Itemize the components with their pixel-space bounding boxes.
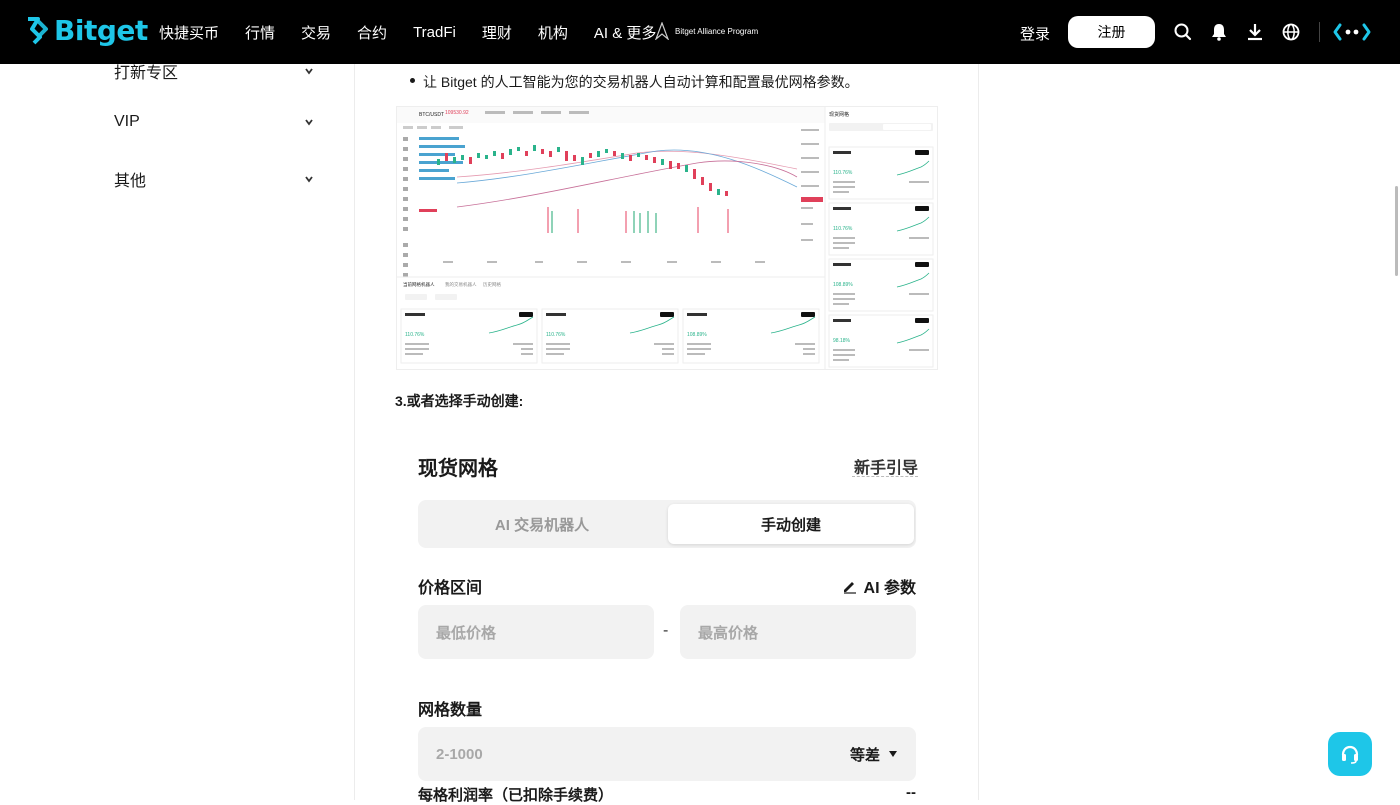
grid-mode-value: 等差 (849, 746, 880, 764)
right-card-roi: 108.89% (833, 282, 853, 288)
form-title: 现货网格 (418, 458, 498, 480)
nav-futures[interactable]: 合约 (357, 22, 387, 43)
login-link[interactable]: 登录 (1020, 23, 1050, 44)
bullet-text: 让 Bitget 的人工智能为您的交易机器人自动计算和配置最优网格参数。 (423, 74, 859, 90)
settings-icon[interactable] (1332, 22, 1372, 42)
nav-institutional[interactable]: 机构 (538, 22, 568, 43)
page-scrollbar[interactable] (1395, 186, 1398, 276)
ai-param-link: AI 参数 (842, 574, 916, 598)
screenshot-tab-mine: 我的交易机器人 (445, 281, 477, 288)
screenshot-panel-title: 现货网格 (829, 111, 849, 118)
grid-mode-select: 等差 (850, 727, 898, 781)
tab-manual-create: 手动创建 (668, 504, 914, 544)
sidebar: 打新专区 VIP 其他 (0, 64, 354, 800)
sidebar-item-other[interactable]: 其他 (114, 167, 314, 191)
range-dash: - (663, 622, 669, 639)
svg-text:110.76%: 110.76% (405, 332, 425, 338)
nav-tradfi[interactable]: TradFi (413, 24, 456, 41)
sidebar-item-vip[interactable]: VIP (114, 113, 314, 131)
edit-icon (843, 582, 856, 594)
alliance-text: Bitget Alliance Program (675, 26, 759, 36)
tab-ai-bot: AI 交易机器人 (494, 516, 590, 534)
screenshot-pair: BTC/USDT (419, 112, 444, 118)
right-card-roi: 110.76% (833, 226, 853, 232)
screenshot-price: 109530.92 (445, 110, 469, 116)
right-card-roi: 98.18% (833, 338, 851, 344)
bitget-logo-icon (28, 16, 48, 44)
chevron-down-icon (305, 176, 313, 183)
max-price-input: 最高价格 (680, 605, 916, 659)
grid-count-label: 网格数量 (418, 702, 483, 719)
nav-trade[interactable]: 交易 (301, 22, 331, 43)
right-card-roi: 110.76% (833, 170, 853, 176)
screenshot-tab-history: 历史网格 (483, 281, 501, 288)
sidebar-item-label: VIP (114, 113, 140, 130)
nav-markets[interactable]: 行情 (245, 22, 275, 43)
bell-icon[interactable] (1209, 22, 1229, 42)
candles (437, 145, 728, 196)
grid-count-placeholder: 2-1000 (436, 745, 483, 763)
nav-earn[interactable]: 理财 (482, 22, 512, 43)
manual-create-screenshot: 现货网格 新手引导 AI 交易机器人 手动创建 价格区间 AI 参数 最低价格 … (396, 424, 938, 804)
sidebar-item-label: 其他 (114, 173, 147, 190)
nav-ai-more[interactable]: AI & 更多 (594, 22, 657, 43)
nav-quick-buy[interactable]: 快捷买币 (159, 22, 219, 43)
mode-segmented-control: AI 交易机器人 手动创建 (418, 500, 916, 548)
top-header: Bitget 快捷买币 行情 交易 合约 TradFi 理财 机构 AI & 更… (0, 0, 1400, 64)
alliance-program-link[interactable]: Bitget Alliance Program (655, 22, 758, 40)
price-range-label: 价格区间 (418, 580, 483, 597)
bitget-logo[interactable]: Bitget (24, 14, 148, 47)
content-left-border (354, 64, 355, 800)
profit-per-grid-value: -- (906, 784, 916, 801)
section-heading-manual: 3.或者选择手动创建: (395, 393, 524, 409)
ai-param-label: AI 参数 (863, 580, 916, 597)
search-icon[interactable] (1173, 22, 1193, 42)
bottom-cards: 110.76% 110.76% 108.89% (400, 308, 820, 364)
right-cards: 110.76% 110.76% 108.89% 98.18% (828, 146, 934, 368)
register-button[interactable]: 注册 (1068, 16, 1155, 48)
svg-text:110.76%: 110.76% (546, 332, 566, 338)
alliance-logo-icon (655, 22, 669, 40)
guide-underline (852, 476, 918, 477)
header-divider (1319, 22, 1320, 42)
content-right-border (978, 64, 979, 800)
trading-grid-screenshot: BTC/USDT 109530.92 当前网格机器人 我的交易机器人 历史网格 … (396, 106, 938, 370)
trading-screenshot-graphic: BTC/USDT 109530.92 当前网格机器人 我的交易机器人 历史网格 … (397, 107, 934, 369)
download-icon[interactable] (1245, 22, 1265, 42)
form-guide-link: 新手引导 (853, 460, 918, 477)
logo-text: Bitget (54, 14, 148, 47)
headset-icon (1341, 745, 1359, 764)
caret-down-icon (889, 751, 897, 757)
chevron-down-icon (305, 68, 313, 75)
chevron-down-icon (305, 119, 313, 126)
min-price-input: 最低价格 (418, 605, 654, 659)
main-nav: 快捷买币 行情 交易 合约 TradFi 理财 机构 AI & 更多 (159, 0, 656, 64)
bullet-item: 让 Bitget 的人工智能为您的交易机器人自动计算和配置最优网格参数。 (410, 72, 859, 92)
customer-support-button[interactable] (1328, 732, 1372, 776)
screenshot-tab-current: 当前网格机器人 (403, 281, 435, 288)
globe-icon[interactable] (1281, 22, 1301, 42)
grid-count-input: 2-1000 等差 (418, 727, 916, 781)
profit-per-grid-label: 每格利润率（已扣除手续费） (418, 787, 614, 804)
svg-text:108.89%: 108.89% (687, 332, 707, 338)
